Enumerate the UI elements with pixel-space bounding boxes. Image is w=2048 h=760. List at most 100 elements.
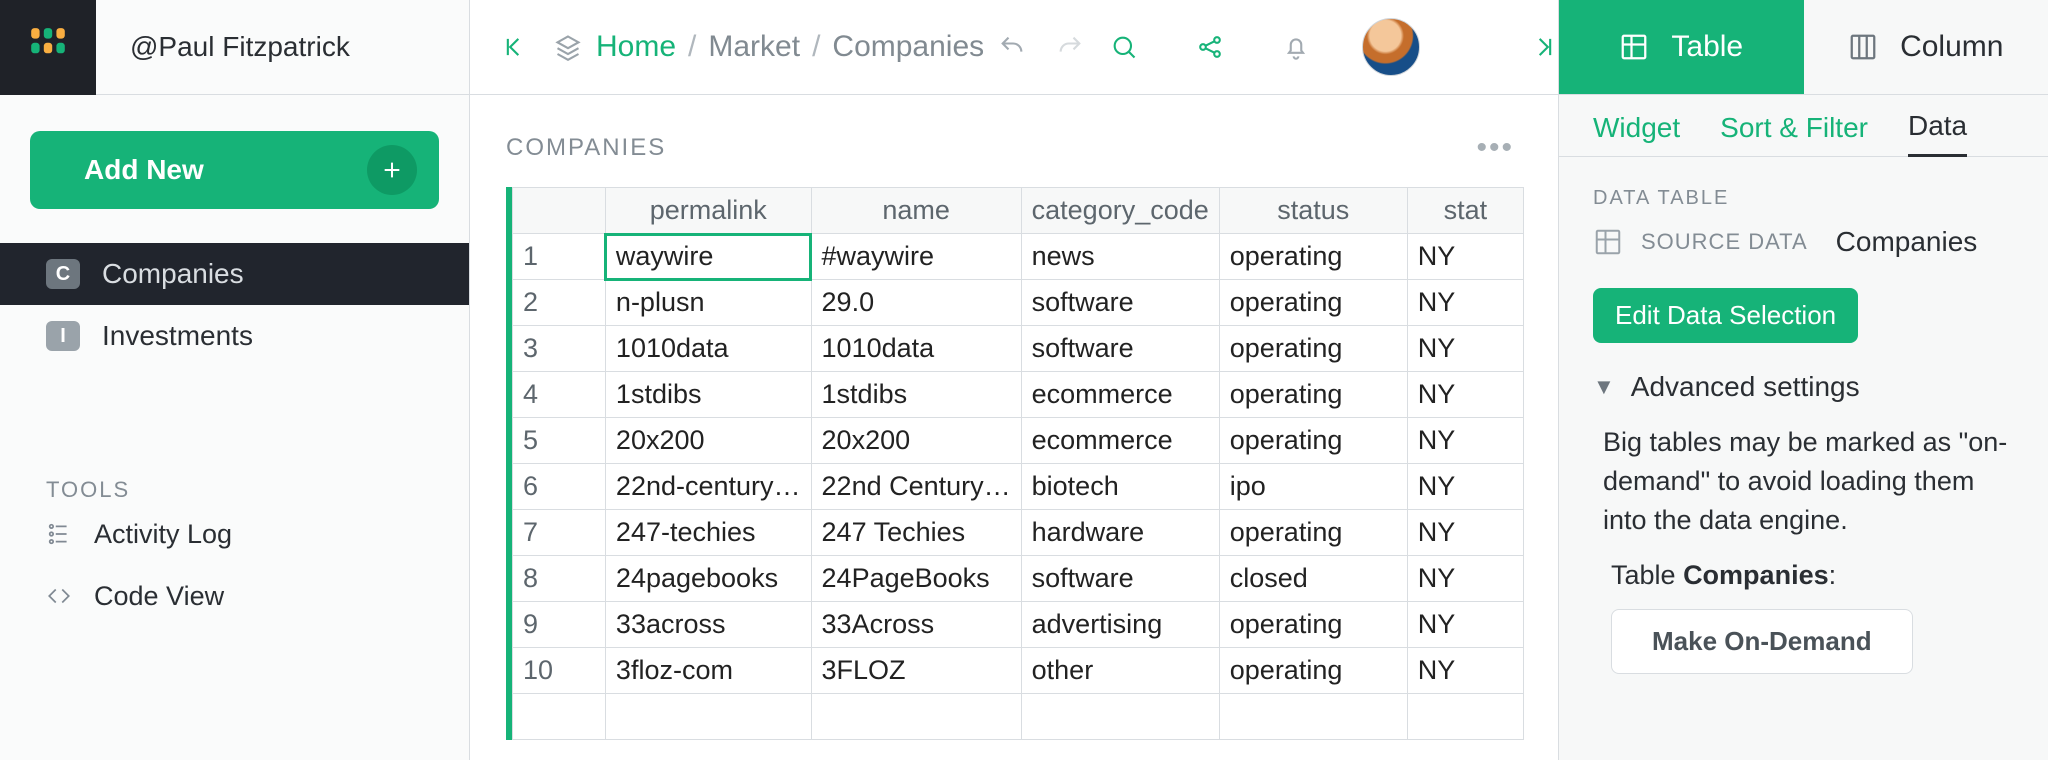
cell-status[interactable]: operating <box>1219 280 1407 326</box>
table-row[interactable]: 31010data1010datasoftwareoperatingNY <box>513 326 1524 372</box>
rownum-cell[interactable]: 4 <box>513 372 606 418</box>
cell-status[interactable]: operating <box>1219 602 1407 648</box>
table-row[interactable]: 622nd-century…22nd Century…biotechipoNY <box>513 464 1524 510</box>
rownum-cell[interactable]: 6 <box>513 464 606 510</box>
breadcrumb-market[interactable]: Market <box>708 30 800 64</box>
breadcrumb-page[interactable]: Companies <box>832 30 984 64</box>
rownum-cell[interactable]: 9 <box>513 602 606 648</box>
cell-state[interactable]: NY <box>1407 418 1523 464</box>
tool-code-view[interactable]: Code View <box>0 565 469 627</box>
cell-status[interactable]: closed <box>1219 556 1407 602</box>
share-icon[interactable] <box>1190 27 1230 67</box>
layers-icon[interactable] <box>554 27 582 67</box>
search-icon[interactable] <box>1104 27 1144 67</box>
tab-column[interactable]: Column <box>1804 0 2048 94</box>
table-row[interactable]: 103floz-com3FLOZotheroperatingNY <box>513 648 1524 694</box>
cell-status[interactable]: operating <box>1219 418 1407 464</box>
rownum-cell[interactable]: 3 <box>513 326 606 372</box>
column-header-category-code[interactable]: category_code <box>1021 188 1219 234</box>
table-row[interactable]: 41stdibs1stdibsecommerceoperatingNY <box>513 372 1524 418</box>
column-header-status[interactable]: status <box>1219 188 1407 234</box>
cell-category_code[interactable]: news <box>1021 234 1219 280</box>
cell-name[interactable]: 3FLOZ <box>811 648 1021 694</box>
rownum-cell[interactable]: 1 <box>513 234 606 280</box>
cell-state[interactable]: NY <box>1407 648 1523 694</box>
cell-state[interactable]: NY <box>1407 464 1523 510</box>
cell-status[interactable]: operating <box>1219 510 1407 556</box>
table-row[interactable]: 7247-techies247 Techieshardwareoperating… <box>513 510 1524 556</box>
sidebar-item-companies[interactable]: C Companies <box>0 243 469 305</box>
data-grid[interactable]: permalink name category_code status stat… <box>506 187 1524 740</box>
cell-state[interactable]: NY <box>1407 372 1523 418</box>
cell-status[interactable]: operating <box>1219 326 1407 372</box>
cell-permalink[interactable]: 22nd-century… <box>605 464 811 510</box>
cell-permalink[interactable]: 247-techies <box>605 510 811 556</box>
cell-permalink[interactable]: 1stdibs <box>605 372 811 418</box>
rownum-cell[interactable]: 10 <box>513 648 606 694</box>
rownum-cell[interactable]: 5 <box>513 418 606 464</box>
cell-category_code[interactable]: software <box>1021 280 1219 326</box>
rownum-cell[interactable]: 7 <box>513 510 606 556</box>
cell-state[interactable]: NY <box>1407 326 1523 372</box>
cell-name[interactable]: 1010data <box>811 326 1021 372</box>
subtab-data[interactable]: Data <box>1908 110 1967 157</box>
cell-name[interactable]: 22nd Century… <box>811 464 1021 510</box>
table-row[interactable] <box>513 694 1524 740</box>
rownum-cell[interactable] <box>513 694 606 740</box>
rownum-header[interactable] <box>513 188 606 234</box>
cell-category_code[interactable]: hardware <box>1021 510 1219 556</box>
collapse-left-icon[interactable] <box>502 27 530 67</box>
cell-permalink[interactable]: 20x200 <box>605 418 811 464</box>
cell-category_code[interactable]: ecommerce <box>1021 372 1219 418</box>
cell-name[interactable]: 20x200 <box>811 418 1021 464</box>
redo-icon[interactable] <box>1056 27 1084 67</box>
cell-status[interactable]: ipo <box>1219 464 1407 510</box>
cell-category_code[interactable]: ecommerce <box>1021 418 1219 464</box>
bell-icon[interactable] <box>1276 27 1316 67</box>
cell-permalink[interactable]: n-plusn <box>605 280 811 326</box>
tool-activity-log[interactable]: Activity Log <box>0 503 469 565</box>
cell-name[interactable]: 247 Techies <box>811 510 1021 556</box>
cell-status[interactable]: operating <box>1219 372 1407 418</box>
cell-status[interactable]: operating <box>1219 648 1407 694</box>
column-header-name[interactable]: name <box>811 188 1021 234</box>
table-row[interactable]: 520x20020x200ecommerceoperatingNY <box>513 418 1524 464</box>
cell-state[interactable]: NY <box>1407 234 1523 280</box>
cell-name[interactable]: 1stdibs <box>811 372 1021 418</box>
cell-permalink[interactable]: 1010data <box>605 326 811 372</box>
cell-category_code[interactable]: advertising <box>1021 602 1219 648</box>
edit-data-selection-button[interactable]: Edit Data Selection <box>1593 288 1858 343</box>
table-row[interactable]: 2n-plusn29.0softwareoperatingNY <box>513 280 1524 326</box>
section-menu-icon[interactable]: ••• <box>1476 131 1514 165</box>
cell-permalink[interactable]: 3floz-com <box>605 648 811 694</box>
cell-name[interactable]: 24PageBooks <box>811 556 1021 602</box>
rownum-cell[interactable]: 8 <box>513 556 606 602</box>
cell-permalink[interactable]: waywire <box>605 234 811 280</box>
app-logo[interactable] <box>0 0 96 95</box>
make-on-demand-button[interactable]: Make On-Demand <box>1611 609 1913 674</box>
table-row[interactable]: 933across33AcrossadvertisingoperatingNY <box>513 602 1524 648</box>
cell-name[interactable]: 33Across <box>811 602 1021 648</box>
breadcrumb-home[interactable]: Home <box>596 30 676 64</box>
cell-name[interactable]: 29.0 <box>811 280 1021 326</box>
cell-category_code[interactable]: biotech <box>1021 464 1219 510</box>
cell-status[interactable]: operating <box>1219 234 1407 280</box>
expand-right-icon[interactable] <box>1522 27 1562 67</box>
cell-category_code[interactable]: software <box>1021 556 1219 602</box>
cell-state[interactable]: NY <box>1407 280 1523 326</box>
user-handle[interactable]: @Paul Fitzpatrick <box>96 31 350 63</box>
add-new-button[interactable]: Add New <box>30 131 439 209</box>
table-row[interactable]: 1waywire#waywirenewsoperatingNY <box>513 234 1524 280</box>
cell-state[interactable]: NY <box>1407 510 1523 556</box>
advanced-settings-toggle[interactable]: ▼ Advanced settings <box>1593 371 2014 403</box>
tab-table[interactable]: Table <box>1559 0 1804 94</box>
cell-state[interactable]: NY <box>1407 556 1523 602</box>
subtab-widget[interactable]: Widget <box>1593 112 1680 156</box>
column-header-state[interactable]: stat <box>1407 188 1523 234</box>
column-header-permalink[interactable]: permalink <box>605 188 811 234</box>
cell-category_code[interactable]: other <box>1021 648 1219 694</box>
cell-category_code[interactable]: software <box>1021 326 1219 372</box>
avatar[interactable] <box>1362 18 1420 76</box>
table-row[interactable]: 824pagebooks24PageBookssoftwareclosedNY <box>513 556 1524 602</box>
rownum-cell[interactable]: 2 <box>513 280 606 326</box>
